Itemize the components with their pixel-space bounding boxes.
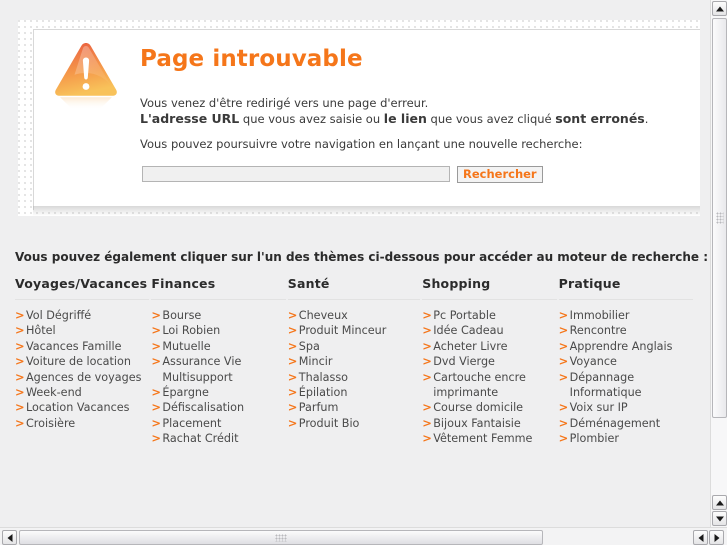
theme-column-title: Finances xyxy=(151,276,286,300)
vertical-scrollbar-thumb[interactable] xyxy=(712,18,727,418)
theme-link[interactable]: Épilation xyxy=(288,385,420,401)
theme-link[interactable]: Week-end xyxy=(15,385,149,401)
scrollbar-grip-icon xyxy=(275,534,287,541)
theme-column-title: Santé xyxy=(287,276,421,300)
error-description: Vous venez d'être redirigé vers une page… xyxy=(140,96,648,127)
theme-link[interactable]: Rencontre xyxy=(559,323,693,339)
themes-prompt: Vous pouvez également cliquer sur l'un d… xyxy=(15,250,708,264)
error-line-1: Vous venez d'être redirigé vers une page… xyxy=(140,96,429,110)
scroll-down-button[interactable] xyxy=(712,511,727,526)
scroll-right-arrow-icon xyxy=(714,533,719,542)
theme-link[interactable]: Dépannage Informatique xyxy=(559,370,693,401)
horizontal-scrollbar[interactable] xyxy=(0,527,727,545)
theme-columns: Voyages/Vacances Vol DégrifféHôtelVacance… xyxy=(15,276,695,447)
theme-link[interactable]: Voiture de location xyxy=(15,354,149,370)
scroll-up-button-secondary[interactable] xyxy=(712,495,727,510)
content-viewport: Page introuvable Vous venez d'être redir… xyxy=(0,0,710,527)
error-strong-link: le lien xyxy=(383,111,427,126)
theme-link[interactable]: Thalasso xyxy=(288,370,420,386)
theme-link[interactable]: Placement xyxy=(151,416,285,432)
theme-link[interactable]: Pc Portable xyxy=(422,308,556,324)
theme-link[interactable]: Agences de voyages xyxy=(15,370,149,386)
theme-link[interactable]: Loi Robien xyxy=(151,323,285,339)
page-root: Page introuvable Vous venez d'être redir… xyxy=(0,0,727,545)
theme-link[interactable]: Bijoux Fantaisie xyxy=(422,416,556,432)
theme-column-title: Voyages/Vacances xyxy=(15,276,150,300)
theme-link[interactable]: Déménagement xyxy=(559,416,693,432)
scroll-left-arrow-icon xyxy=(698,533,703,542)
horizontal-scrollbar-thumb[interactable] xyxy=(19,530,543,545)
theme-link[interactable]: Plombier xyxy=(559,431,693,447)
theme-column: Pratique ImmobilierRencontreApprendre Ang… xyxy=(558,276,694,447)
theme-column-title: Pratique xyxy=(558,276,694,300)
theme-link[interactable]: Défiscalisation xyxy=(151,400,285,416)
vertical-scrollbar[interactable] xyxy=(710,0,727,527)
scroll-left-arrow-icon xyxy=(7,533,12,542)
search-button[interactable]: Rechercher xyxy=(457,166,543,183)
scroll-up-arrow-icon xyxy=(715,500,724,505)
theme-link[interactable]: Vêtement Femme xyxy=(422,431,556,447)
error-search-prompt: Vous pouvez poursuivre votre navigation … xyxy=(140,137,583,151)
theme-link[interactable]: Spa xyxy=(288,339,420,355)
search-input[interactable] xyxy=(142,166,450,182)
theme-link[interactable]: Mincir xyxy=(288,354,420,370)
theme-link[interactable]: Acheter Livre xyxy=(422,339,556,355)
theme-link[interactable]: Croisière xyxy=(15,416,149,432)
theme-column: Voyages/Vacances Vol DégrifféHôtelVacance… xyxy=(15,276,150,447)
scroll-up-button[interactable] xyxy=(712,1,727,16)
theme-link[interactable]: Produit Bio xyxy=(288,416,420,432)
theme-link[interactable]: Dvd Vierge xyxy=(422,354,556,370)
page-title: Page introuvable xyxy=(140,46,363,72)
theme-link[interactable]: Voyance xyxy=(559,354,693,370)
error-strong-url: L'adresse URL xyxy=(140,111,240,126)
theme-link[interactable]: Hôtel xyxy=(15,323,149,339)
theme-link[interactable]: Apprendre Anglais xyxy=(559,339,693,355)
error-period: . xyxy=(644,112,649,126)
theme-column-title: Shopping xyxy=(422,276,557,300)
theme-link[interactable]: Parfum xyxy=(288,400,420,416)
scrollbar-grip-icon xyxy=(716,212,723,224)
scroll-down-arrow-icon xyxy=(715,516,724,521)
theme-link[interactable]: Vacances Famille xyxy=(15,339,149,355)
theme-column: Santé CheveuxProduit MinceurSpaMincirThal… xyxy=(287,276,421,447)
theme-link[interactable]: Course domicile xyxy=(422,400,556,416)
error-mid-1: que vous avez saisie ou xyxy=(239,112,384,126)
theme-link[interactable]: Bourse xyxy=(151,308,285,324)
panel-drop-shadow xyxy=(33,206,700,216)
theme-link[interactable]: Rachat Crédit xyxy=(151,431,285,447)
scroll-right-button[interactable] xyxy=(709,530,724,545)
error-mid-2: que vous avez cliqué xyxy=(426,112,556,126)
scroll-up-arrow-icon xyxy=(715,6,724,11)
theme-column: Finances BourseLoi RobienMutuelleAssuranc… xyxy=(151,276,286,447)
theme-link[interactable]: Cartouche encre imprimante xyxy=(422,370,556,401)
error-strong-erroned: sont erronés xyxy=(555,111,645,126)
theme-link[interactable]: Produit Minceur xyxy=(288,323,420,339)
theme-link[interactable]: Cheveux xyxy=(288,308,420,324)
theme-link[interactable]: Assurance Vie Multisupport xyxy=(151,354,285,385)
theme-link[interactable]: Idée Cadeau xyxy=(422,323,556,339)
scroll-left-button-secondary[interactable] xyxy=(693,530,708,545)
warning-triangle-icon xyxy=(53,40,119,112)
theme-link[interactable]: Vol Dégriffé xyxy=(15,308,149,324)
theme-link[interactable]: Voix sur IP xyxy=(559,400,693,416)
theme-link[interactable]: Épargne xyxy=(151,385,285,401)
scroll-left-button[interactable] xyxy=(2,530,17,545)
theme-link[interactable]: Location Vacances xyxy=(15,400,149,416)
theme-link[interactable]: Mutuelle xyxy=(151,339,285,355)
theme-column: Shopping Pc PortableIdée CadeauAcheter Li… xyxy=(422,276,557,447)
theme-link[interactable]: Immobilier xyxy=(559,308,693,324)
